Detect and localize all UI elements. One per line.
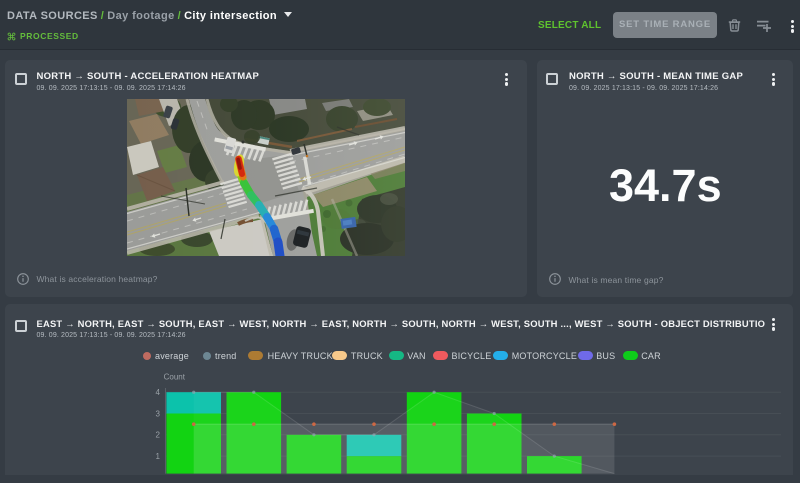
svg-text:2: 2 [156, 431, 161, 440]
svg-text:1: 1 [156, 452, 161, 461]
svg-text:Count: Count [164, 372, 186, 381]
svg-text:3: 3 [156, 409, 161, 418]
svg-text:4: 4 [156, 388, 161, 397]
